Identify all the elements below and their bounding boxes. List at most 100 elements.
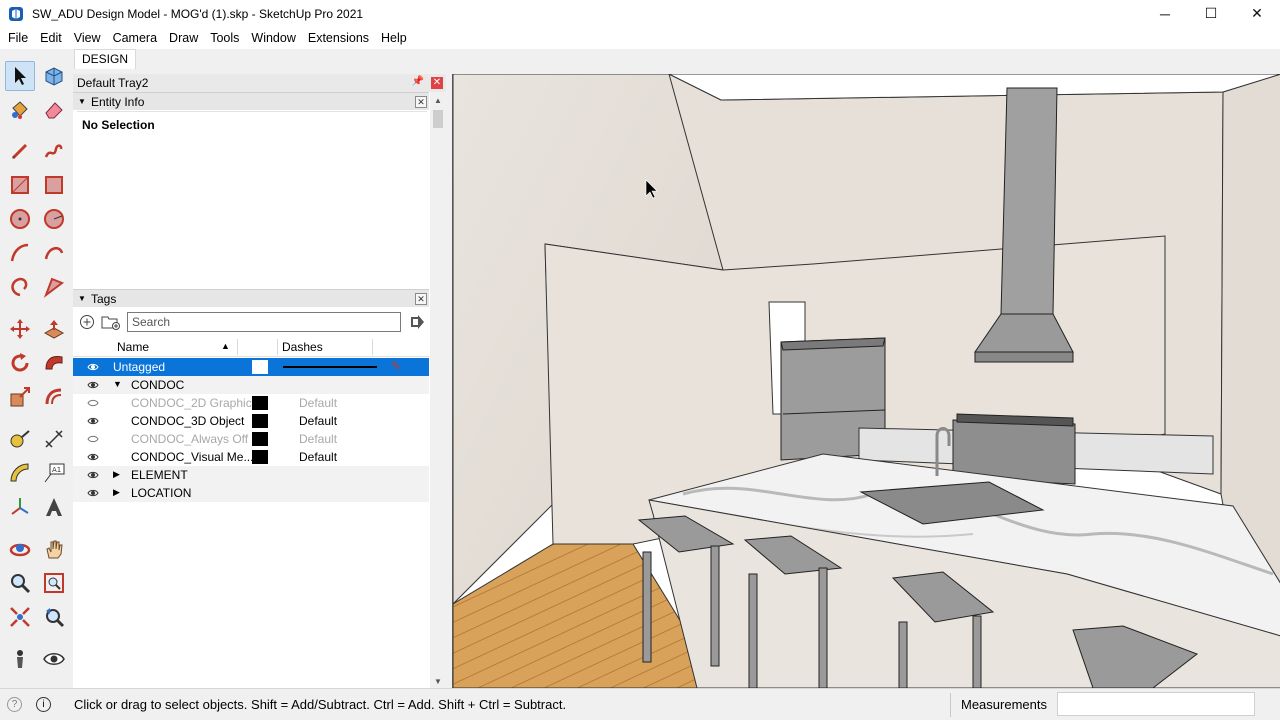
- eye-hidden-icon[interactable]: [87, 398, 99, 408]
- expand-right-icon[interactable]: ▶: [113, 469, 120, 480]
- menu-edit[interactable]: Edit: [34, 27, 68, 49]
- tag-dashes[interactable]: Default: [299, 432, 337, 446]
- eye-visible-icon[interactable]: [87, 416, 99, 426]
- menu-help[interactable]: Help: [375, 27, 413, 49]
- add-tag-icon[interactable]: [79, 314, 95, 330]
- orbit-tool-icon[interactable]: [5, 534, 35, 564]
- dimension-tool-icon[interactable]: [39, 424, 69, 454]
- eye-visible-icon[interactable]: [87, 362, 99, 372]
- tag-row[interactable]: CONDOC_2D Graphic Default: [73, 394, 429, 412]
- tags-close-icon[interactable]: ✕: [415, 293, 427, 305]
- push-pull-icon[interactable]: [39, 314, 69, 344]
- collapse-arrow-icon[interactable]: ▼: [73, 97, 91, 106]
- tag-row[interactable]: ▼ CONDOC: [73, 376, 429, 394]
- tray-close-icon[interactable]: ✕: [431, 77, 443, 89]
- three-point-arc-icon[interactable]: [5, 272, 35, 302]
- circle-tool-icon[interactable]: [5, 204, 35, 234]
- text-tool-icon[interactable]: A1: [39, 458, 69, 488]
- 3d-text-icon[interactable]: [39, 492, 69, 522]
- zoom-window-icon[interactable]: [39, 568, 69, 598]
- tag-color-swatch[interactable]: [252, 414, 268, 428]
- freehand-tool-icon[interactable]: [39, 136, 69, 166]
- menu-window[interactable]: Window: [245, 27, 301, 49]
- axes-tool-icon[interactable]: [5, 492, 35, 522]
- measurements-input[interactable]: [1057, 692, 1255, 716]
- tag-row[interactable]: ▶ ELEMENT: [73, 466, 429, 484]
- tab-design[interactable]: DESIGN: [74, 49, 137, 69]
- menu-tools[interactable]: Tools: [204, 27, 245, 49]
- scroll-up-icon[interactable]: ▲: [434, 96, 442, 105]
- expand-down-icon[interactable]: ▼: [113, 379, 122, 389]
- pie-tool-icon[interactable]: [39, 272, 69, 302]
- tag-details-arrow-icon[interactable]: [409, 314, 425, 330]
- rectangle-tool-icon[interactable]: [5, 170, 35, 200]
- rotate-tool-icon[interactable]: [5, 348, 35, 378]
- tag-color-swatch[interactable]: [252, 432, 268, 446]
- entity-info-close-icon[interactable]: ✕: [415, 96, 427, 108]
- eye-visible-icon[interactable]: [87, 470, 99, 480]
- close-window-button[interactable]: ✕: [1234, 0, 1280, 27]
- move-tool-icon[interactable]: [5, 314, 35, 344]
- rotated-rectangle-icon[interactable]: [39, 170, 69, 200]
- geo-location-icon[interactable]: ?: [7, 697, 22, 712]
- arc-tool-icon[interactable]: [5, 238, 35, 268]
- pin-icon[interactable]: 📌: [412, 76, 424, 87]
- follow-me-icon[interactable]: [39, 348, 69, 378]
- look-around-icon[interactable]: [39, 644, 69, 674]
- tag-row[interactable]: CONDOC_Visual Me... Default: [73, 448, 429, 466]
- collapse-arrow-icon[interactable]: ▼: [73, 294, 91, 303]
- model-viewport[interactable]: [452, 74, 1280, 688]
- tag-dashes[interactable]: Default: [299, 414, 337, 428]
- menu-extensions[interactable]: Extensions: [302, 27, 375, 49]
- menu-draw[interactable]: Draw: [163, 27, 204, 49]
- scroll-thumb[interactable]: [433, 110, 443, 128]
- menu-camera[interactable]: Camera: [107, 27, 163, 49]
- polygon-tool-icon[interactable]: [39, 204, 69, 234]
- tray-scrollbar[interactable]: ▲ ▼: [430, 92, 446, 688]
- dash-style-line[interactable]: [283, 366, 377, 368]
- tag-row[interactable]: CONDOC_3D Object Default: [73, 412, 429, 430]
- tape-measure-icon[interactable]: [5, 424, 35, 454]
- make-component-icon[interactable]: [39, 61, 69, 91]
- tag-row[interactable]: CONDOC_Always Off Default: [73, 430, 429, 448]
- eye-hidden-icon[interactable]: [87, 434, 99, 444]
- tag-dashes[interactable]: Default: [299, 450, 337, 464]
- select-tool-icon[interactable]: [5, 61, 35, 91]
- tag-row[interactable]: Untagged ✎: [73, 358, 429, 376]
- tag-color-swatch[interactable]: [252, 396, 268, 410]
- zoom-tool-icon[interactable]: [5, 568, 35, 598]
- position-camera-icon[interactable]: [5, 644, 35, 674]
- line-tool-icon[interactable]: [5, 136, 35, 166]
- protractor-icon[interactable]: [5, 458, 35, 488]
- expand-right-icon[interactable]: ▶: [113, 487, 120, 498]
- two-point-arc-icon[interactable]: [39, 238, 69, 268]
- menu-view[interactable]: View: [68, 27, 107, 49]
- name-column-header[interactable]: Name: [117, 340, 149, 354]
- zoom-extents-icon[interactable]: [5, 602, 35, 632]
- eye-visible-icon[interactable]: [87, 380, 99, 390]
- eraser-icon[interactable]: [39, 95, 69, 125]
- tags-header[interactable]: ▼ Tags ✕: [73, 289, 429, 307]
- add-tag-folder-icon[interactable]: [101, 314, 121, 330]
- eye-visible-icon[interactable]: [87, 452, 99, 462]
- previous-view-icon[interactable]: [39, 602, 69, 632]
- maximize-button[interactable]: ☐: [1188, 0, 1234, 27]
- tags-search-input[interactable]: [127, 312, 401, 332]
- sort-ascending-icon[interactable]: ▲: [221, 341, 230, 351]
- scale-tool-icon[interactable]: [5, 382, 35, 412]
- minimize-button[interactable]: ─: [1142, 0, 1188, 27]
- paint-bucket-icon[interactable]: [5, 95, 35, 125]
- active-tag-pencil-icon[interactable]: ✎: [391, 359, 401, 373]
- scroll-down-icon[interactable]: ▼: [434, 677, 442, 686]
- tag-color-swatch[interactable]: [252, 450, 268, 464]
- tag-color-swatch[interactable]: [252, 360, 268, 374]
- offset-tool-icon[interactable]: [39, 382, 69, 412]
- tag-row[interactable]: ▶ LOCATION: [73, 484, 429, 502]
- menu-file[interactable]: File: [2, 27, 34, 49]
- entity-info-header[interactable]: ▼ Entity Info ✕: [73, 92, 429, 110]
- tag-dashes[interactable]: Default: [299, 396, 337, 410]
- dashes-column-header[interactable]: Dashes: [282, 340, 323, 354]
- pan-tool-icon[interactable]: [39, 534, 69, 564]
- instructor-info-icon[interactable]: i: [36, 697, 51, 712]
- eye-visible-icon[interactable]: [87, 488, 99, 498]
